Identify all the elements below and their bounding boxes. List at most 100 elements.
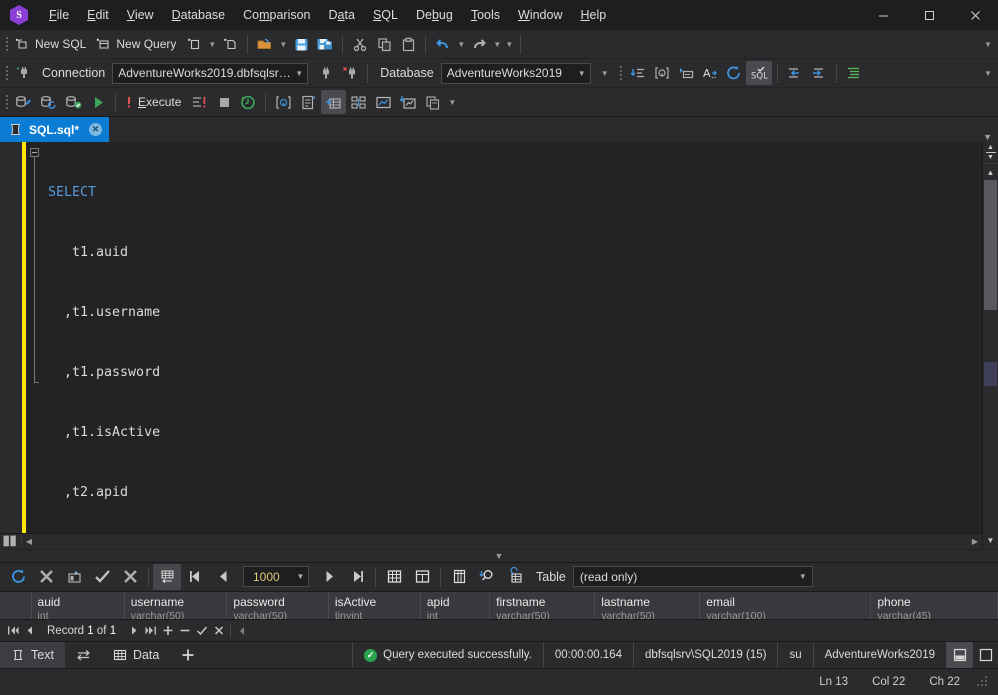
database-combo[interactable]: AdventureWorks2019 ▼ <box>440 62 591 84</box>
chevron-down-icon[interactable]: ▼ <box>293 572 308 581</box>
toolbar-overflow-icon[interactable]: ▼ <box>503 32 515 56</box>
editor-split-grip-icon[interactable]: ▊▊ <box>0 535 22 547</box>
column-header-email[interactable]: email varchar(100) <box>699 591 872 619</box>
menu-edit[interactable]: Edit <box>78 1 118 29</box>
close-connection-button[interactable] <box>338 61 362 85</box>
parameters-button[interactable] <box>271 90 296 114</box>
save-all-button[interactable] <box>313 32 337 56</box>
results-next-page-button[interactable] <box>315 564 343 590</box>
column-header-apid[interactable]: apid int <box>420 591 491 619</box>
nav-prev-icon[interactable] <box>21 622 38 640</box>
vscroll-thumb[interactable] <box>984 180 997 310</box>
results-data-grid[interactable]: auid int username varchar(50) password v… <box>0 591 998 619</box>
outline-button[interactable] <box>842 61 866 85</box>
export-chart-button[interactable] <box>396 90 421 114</box>
outdent-button[interactable] <box>783 61 807 85</box>
query-variables-button[interactable] <box>650 61 674 85</box>
exec-refresh-button[interactable] <box>36 90 61 114</box>
nav-next-icon[interactable] <box>125 622 142 640</box>
new-object-button[interactable] <box>182 32 206 56</box>
rows-per-page-combo[interactable]: 1000 ▼ <box>243 566 309 588</box>
exec-commit-button[interactable] <box>61 90 86 114</box>
column-header-password[interactable]: password varchar(50) <box>226 591 329 619</box>
indent-button[interactable] <box>807 61 831 85</box>
pivot-button[interactable] <box>346 90 371 114</box>
toolbar-row1-overflow-icon[interactable]: ▼ <box>982 32 994 56</box>
check-sql-button[interactable]: SQL <box>745 61 772 85</box>
disconnect-button[interactable] <box>314 61 338 85</box>
results-cancel-button[interactable] <box>32 564 60 590</box>
editor-horizontal-scrollbar[interactable]: ▊▊ ◀ ▶ <box>0 532 982 549</box>
results-commit-button[interactable] <box>88 564 116 590</box>
menu-database[interactable]: Database <box>163 1 235 29</box>
menu-view[interactable]: View <box>118 1 163 29</box>
resize-grip-icon[interactable] <box>976 675 990 689</box>
nav-delete-icon[interactable] <box>176 622 193 640</box>
new-document-button[interactable] <box>218 32 242 56</box>
script-button[interactable] <box>296 90 321 114</box>
nav-last-icon[interactable] <box>142 622 159 640</box>
close-icon[interactable] <box>952 0 998 30</box>
swap-panels-button[interactable] <box>65 642 102 668</box>
vscroll-down-arrow-icon[interactable]: ▼ <box>983 533 998 549</box>
chevron-down-icon[interactable]: ▼ <box>291 69 307 78</box>
column-header-username[interactable]: username varchar(50) <box>124 591 228 619</box>
column-header-lastname[interactable]: lastname varchar(50) <box>594 591 701 619</box>
vscroll-up-arrow-icon[interactable]: ▲ <box>983 164 998 180</box>
results-last-page-button[interactable] <box>343 564 371 590</box>
save-button[interactable] <box>289 32 313 56</box>
stop-button[interactable] <box>212 90 236 114</box>
maximize-icon[interactable] <box>906 0 952 30</box>
table-combo[interactable]: (read only) ▼ <box>572 566 813 588</box>
toolbar-grip[interactable] <box>2 33 11 55</box>
add-tab-button[interactable] <box>170 642 206 668</box>
nav-add-icon[interactable] <box>159 622 176 640</box>
results-grid-view-button[interactable] <box>380 564 408 590</box>
query-history-button[interactable] <box>236 90 260 114</box>
new-object-dropdown-icon[interactable]: ▼ <box>206 32 218 56</box>
chart-button[interactable] <box>371 90 396 114</box>
new-sql-button[interactable]: New SQL <box>11 32 92 56</box>
results-first-page-button[interactable] <box>181 564 209 590</box>
open-button[interactable] <box>253 32 277 56</box>
redo-dropdown-icon[interactable]: ▼ <box>491 32 503 56</box>
nav-scroll-left-icon[interactable] <box>234 622 251 640</box>
open-dropdown-icon[interactable]: ▼ <box>277 32 289 56</box>
new-connection-button[interactable] <box>11 61 35 85</box>
results-grid-button[interactable] <box>321 90 347 114</box>
menu-tools[interactable]: Tools <box>462 1 509 29</box>
layout-full-button[interactable] <box>972 642 998 668</box>
editor-results-splitter[interactable]: ▼ <box>0 548 998 562</box>
cut-button[interactable] <box>348 32 372 56</box>
results-generate-script-button[interactable] <box>501 564 529 590</box>
connection-combo[interactable]: AdventureWorks2019.dbfsqlsrv\S... ▼ <box>112 62 309 84</box>
code-folding-column[interactable] <box>26 142 42 533</box>
tab-sql-file[interactable]: SQL.sql* ✕ <box>0 117 110 142</box>
database-extra-dropdown-icon[interactable]: ▼ <box>599 61 611 85</box>
tabstrip-chevron-down-icon[interactable]: ▼ <box>983 132 992 142</box>
tab-data[interactable]: Data <box>102 642 170 668</box>
rename-button[interactable] <box>674 61 698 85</box>
results-form-view-button[interactable] <box>408 564 436 590</box>
results-find-button[interactable] <box>473 564 501 590</box>
undo-dropdown-icon[interactable]: ▼ <box>455 32 467 56</box>
execute-toolbar-grip[interactable] <box>2 91 11 113</box>
copy-button[interactable] <box>372 32 396 56</box>
change-case-button[interactable]: A <box>698 61 722 85</box>
new-query-button[interactable]: New Query <box>92 32 182 56</box>
column-header-phone[interactable]: phone varchar(45) <box>870 591 998 619</box>
results-refresh-button[interactable] <box>4 564 32 590</box>
chevron-down-icon[interactable]: ▼ <box>574 69 590 78</box>
column-header-auid[interactable]: auid int <box>31 591 125 619</box>
exec-edit-button[interactable] <box>11 90 36 114</box>
undo-button[interactable] <box>431 32 455 56</box>
minimize-icon[interactable] <box>860 0 906 30</box>
nav-cancel-icon[interactable] <box>210 622 227 640</box>
execute-toolbar-overflow-icon[interactable]: ▼ <box>446 90 458 114</box>
editor-split-button[interactable]: ▲ ▼ <box>983 142 998 164</box>
connection-toolbar-overflow-icon[interactable]: ▼ <box>982 61 994 85</box>
nav-post-icon[interactable] <box>193 622 210 640</box>
column-header-firstname[interactable]: firstname varchar(50) <box>489 591 596 619</box>
paste-button[interactable] <box>396 32 420 56</box>
menu-file[interactable]: File <box>40 1 78 29</box>
